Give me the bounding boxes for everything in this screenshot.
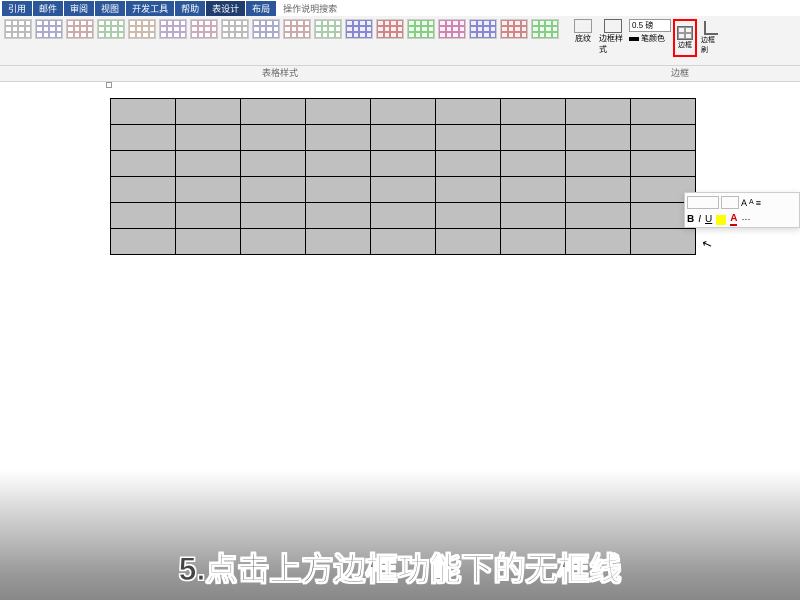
shading-icon [574,19,592,33]
italic-button[interactable]: I [698,214,701,225]
border-styles-label: 边框样式 [599,33,627,55]
tab-layout[interactable]: 布局 [246,1,276,16]
table-style-option[interactable] [376,19,404,39]
painter-label: 边框刷 [701,35,721,55]
table-styles-group-label: 表格样式 [0,66,560,81]
table-style-option[interactable] [128,19,156,39]
table-style-option[interactable] [500,19,528,39]
table-style-option[interactable] [35,19,63,39]
more-icon[interactable]: ⋯ [741,214,750,225]
shading-label: 底纹 [575,33,591,44]
pen-color-label: 笔颜色 [641,33,665,44]
table-style-option[interactable] [4,19,32,39]
table-style-option[interactable] [314,19,342,39]
table-row[interactable] [111,203,696,229]
underline-button[interactable]: U [705,214,712,225]
table-row[interactable] [111,177,696,203]
mini-font-select[interactable] [687,196,719,209]
borders-icon [677,26,693,40]
table-style-option[interactable] [438,19,466,39]
table-style-option[interactable] [252,19,280,39]
table-style-option[interactable] [66,19,94,39]
border-painter-button[interactable]: 边框刷 [699,19,723,57]
border-styles-icon [604,19,622,33]
table-style-option[interactable] [221,19,249,39]
table-style-option[interactable] [407,19,435,39]
tab-mailings[interactable]: 邮件 [33,1,63,16]
border-controls-group: 底纹 边框样式 0.5 磅 笔颜色 边框 边框刷 [563,19,723,57]
table-row[interactable] [111,99,696,125]
tab-developer[interactable]: 开发工具 [126,1,174,16]
tab-review[interactable]: 审阅 [64,1,94,16]
ribbon-group-labels: 表格样式 边框 [0,66,800,82]
mini-toolbar: A A ≡ B I U A ⋯ [684,192,800,228]
table-styles-gallery[interactable] [0,19,563,39]
border-styles-button[interactable]: 边框样式 [599,19,627,57]
instruction-overlay: 5.点击上方边框功能下的无框线 [0,470,800,600]
font-color-button[interactable]: A [730,213,737,226]
mini-size-select[interactable] [721,196,739,209]
table-style-option[interactable] [97,19,125,39]
tab-view[interactable]: 视图 [95,1,125,16]
tab-table-design[interactable]: 表设计 [206,1,245,16]
table-style-option[interactable] [345,19,373,39]
shading-button[interactable]: 底纹 [569,19,597,57]
table-style-option[interactable] [159,19,187,39]
borders-group-label: 边框 [560,66,800,81]
table-row[interactable] [111,229,696,255]
borders-button-label: 边框 [678,40,692,50]
tab-references[interactable]: 引用 [2,1,32,16]
shrink-font-button[interactable]: A [749,199,754,206]
pen-color-swatch [629,37,639,41]
ruler-tab-marker[interactable] [106,82,112,88]
document-table[interactable] [110,98,696,255]
bold-button[interactable]: B [687,214,694,225]
table-style-option[interactable] [283,19,311,39]
table-row[interactable] [111,151,696,177]
instruction-text: 5.点击上方边框功能下的无框线 [179,544,622,590]
highlight-button[interactable] [716,215,726,225]
ribbon: 底纹 边框样式 0.5 磅 笔颜色 边框 边框刷 [0,16,800,66]
tab-help[interactable]: 帮助 [175,1,205,16]
ribbon-tab-bar: 引用 邮件 审阅 视图 开发工具 帮助 表设计 布局 操作说明搜索 [0,0,800,16]
tab-tell-me[interactable]: 操作说明搜索 [277,1,343,16]
borders-dropdown-button[interactable]: 边框 [673,19,697,57]
pen-color-button[interactable]: 笔颜色 [629,33,671,44]
table-row[interactable] [111,125,696,151]
border-weight-input[interactable]: 0.5 磅 [629,19,671,32]
table-style-option[interactable] [190,19,218,39]
painter-icon [704,21,718,35]
table-style-option[interactable] [469,19,497,39]
grow-font-button[interactable]: A [741,198,747,208]
format-list-icon[interactable]: ≡ [756,198,761,208]
table-style-option[interactable] [531,19,559,39]
document-canvas[interactable] [0,82,800,255]
